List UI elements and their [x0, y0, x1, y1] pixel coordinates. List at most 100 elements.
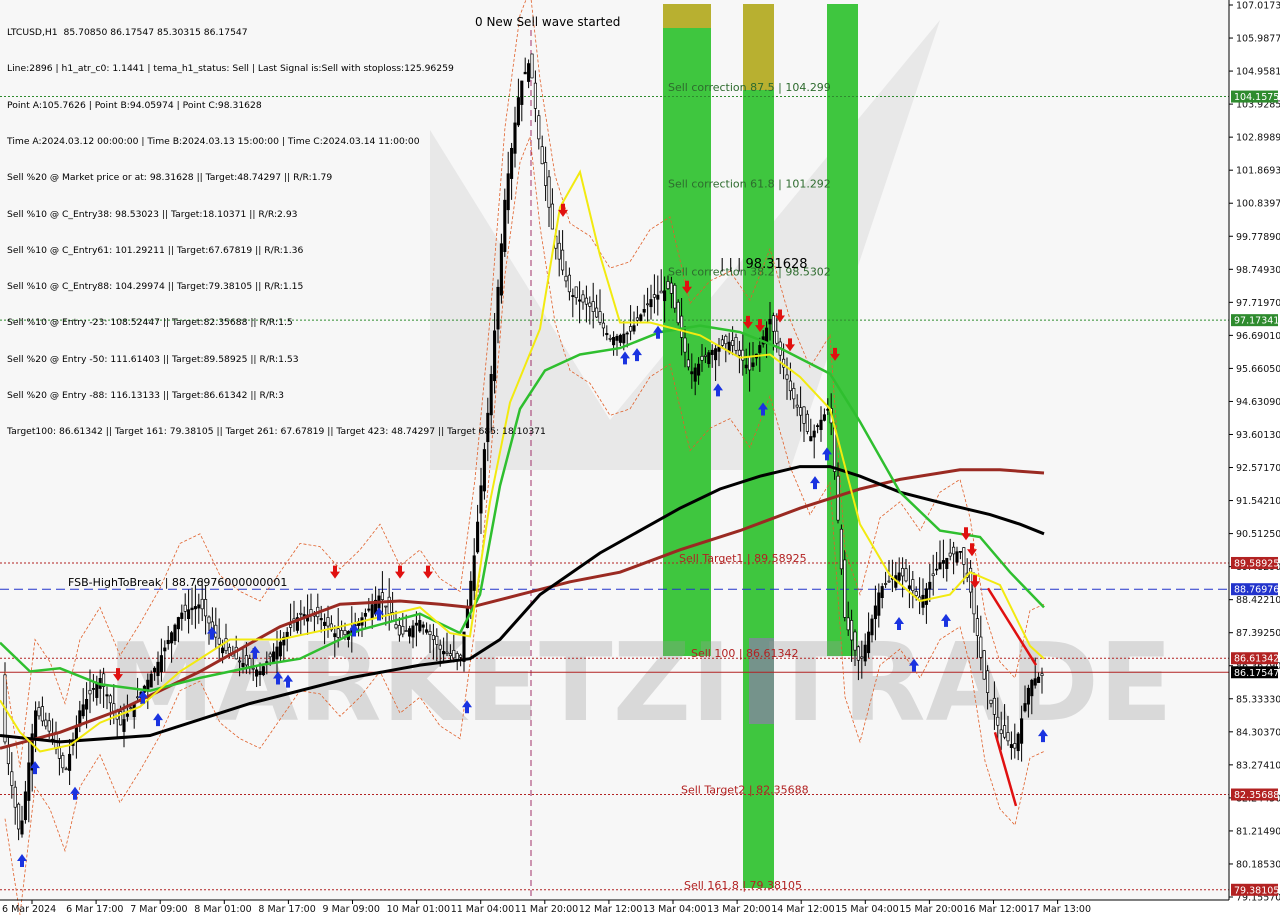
candle-body — [758, 345, 762, 353]
candle-body — [629, 326, 633, 332]
candle-body — [771, 315, 775, 332]
candle-body — [683, 337, 687, 353]
y-tick-label: 80.18530 — [1236, 859, 1280, 870]
x-tick-label: 11 Mar 20:00 — [515, 904, 578, 915]
level-label: Sell 161.8 | 79.38105 — [684, 879, 802, 892]
candle-body — [850, 620, 854, 641]
candle-body — [578, 299, 582, 302]
candle-body — [272, 651, 276, 663]
price-badge-label: 104.15752 — [1234, 92, 1280, 103]
candle-body — [10, 771, 14, 786]
candle-body — [275, 646, 279, 660]
candle-body — [68, 753, 72, 771]
candle-body — [248, 658, 252, 667]
candle-body — [163, 647, 167, 652]
y-tick-label: 83.27410 — [1236, 760, 1280, 771]
candle-body — [618, 334, 622, 343]
candle-body — [108, 695, 112, 704]
candle-body — [795, 404, 799, 408]
candle-body — [1023, 703, 1027, 712]
candle-body — [34, 710, 38, 741]
candle-body — [992, 697, 996, 715]
y-tick-label: 93.60130 — [1236, 430, 1280, 441]
candle-body — [941, 560, 945, 564]
candle-body — [598, 311, 602, 323]
candle-body — [319, 618, 323, 621]
x-tick-label: 6 Mar 2024 — [2, 904, 56, 915]
info-line: Sell %10 @ Entry -23: 108.52447 || Targe… — [7, 317, 293, 329]
candle-body — [741, 349, 745, 361]
candle-body — [482, 449, 486, 492]
candle-body — [588, 302, 592, 307]
candle-body — [20, 820, 24, 835]
candle-body — [1006, 732, 1010, 742]
candle-body — [414, 622, 418, 626]
candle-body — [571, 295, 575, 297]
level-label: Sell 100 | 86.61342 — [691, 647, 799, 660]
candle-body — [40, 706, 44, 722]
zone-2-top — [743, 4, 774, 90]
y-tick-label: 94.63090 — [1236, 397, 1280, 408]
candle-body — [408, 628, 412, 637]
price-badge-label: 86.61342 — [1234, 654, 1279, 665]
candle-body — [265, 661, 269, 664]
candle-body — [972, 583, 976, 615]
candle-body — [748, 356, 752, 371]
y-tick-label: 95.66050 — [1236, 364, 1280, 375]
candle-body — [785, 374, 789, 380]
candle-body — [241, 662, 245, 668]
candle-body — [924, 588, 928, 605]
candle-body — [707, 352, 711, 365]
candle-body — [700, 356, 704, 361]
candle-body — [476, 521, 480, 553]
x-tick-label: 12 Mar 12:00 — [579, 904, 642, 915]
info-line: Sell %20 @ Entry -50: 111.61403 || Targe… — [7, 353, 299, 365]
candle-body — [193, 606, 197, 610]
candle-body — [788, 380, 792, 392]
candle-body — [1013, 743, 1017, 749]
candle-body — [170, 632, 174, 644]
x-tick-label: 13 Mar 04:00 — [643, 904, 706, 915]
candle-body — [595, 307, 599, 318]
x-tick-label: 7 Mar 09:00 — [130, 904, 187, 915]
candle-body — [931, 573, 935, 577]
candle-body — [724, 335, 728, 345]
candle-body — [397, 625, 401, 636]
candle-body — [394, 624, 398, 629]
candle-body — [945, 557, 949, 569]
candle-body — [37, 707, 41, 717]
candle-body — [299, 612, 303, 615]
candle-body — [938, 562, 942, 570]
y-tick-label: 107.01730 — [1236, 1, 1280, 12]
candle-body — [258, 671, 262, 675]
candle-body — [958, 551, 962, 553]
candle-body — [768, 318, 772, 325]
candle-body — [47, 720, 51, 732]
candle-body — [204, 599, 208, 617]
candle-body — [635, 317, 639, 321]
level-label: Sell correction 87.5 | 104.299 — [668, 81, 831, 94]
candle-body — [880, 586, 884, 599]
candle-body — [343, 630, 347, 636]
candle-body — [323, 621, 327, 626]
candle-body — [982, 650, 986, 680]
candle-body — [1016, 733, 1020, 752]
info-line: Sell %20 @ Market price or at: 98.31628 … — [7, 172, 333, 184]
symbol-header: LTCUSD,H1 85.70850 86.17547 85.30315 86.… — [7, 27, 248, 39]
candle-body — [187, 609, 191, 619]
candle-body — [659, 290, 663, 294]
y-tick-label: 97.71970 — [1236, 298, 1280, 309]
x-tick-label: 10 Mar 01:00 — [387, 904, 450, 915]
candle-body — [1033, 678, 1037, 686]
level-label: Sell correction 61.8 | 101.292 — [668, 177, 831, 190]
candle-body — [401, 626, 405, 635]
y-tick-label: 99.77890 — [1236, 232, 1280, 243]
level-label: FSB-HighToBreak | 88.76976000000001 — [68, 576, 287, 589]
candle-body — [887, 580, 891, 583]
y-tick-label: 88.42210 — [1236, 595, 1280, 606]
candle-body — [557, 242, 561, 260]
candle-body — [421, 624, 425, 628]
candle-body — [999, 729, 1003, 734]
candle-body — [333, 633, 337, 638]
x-tick-label: 13 Mar 20:00 — [707, 904, 770, 915]
